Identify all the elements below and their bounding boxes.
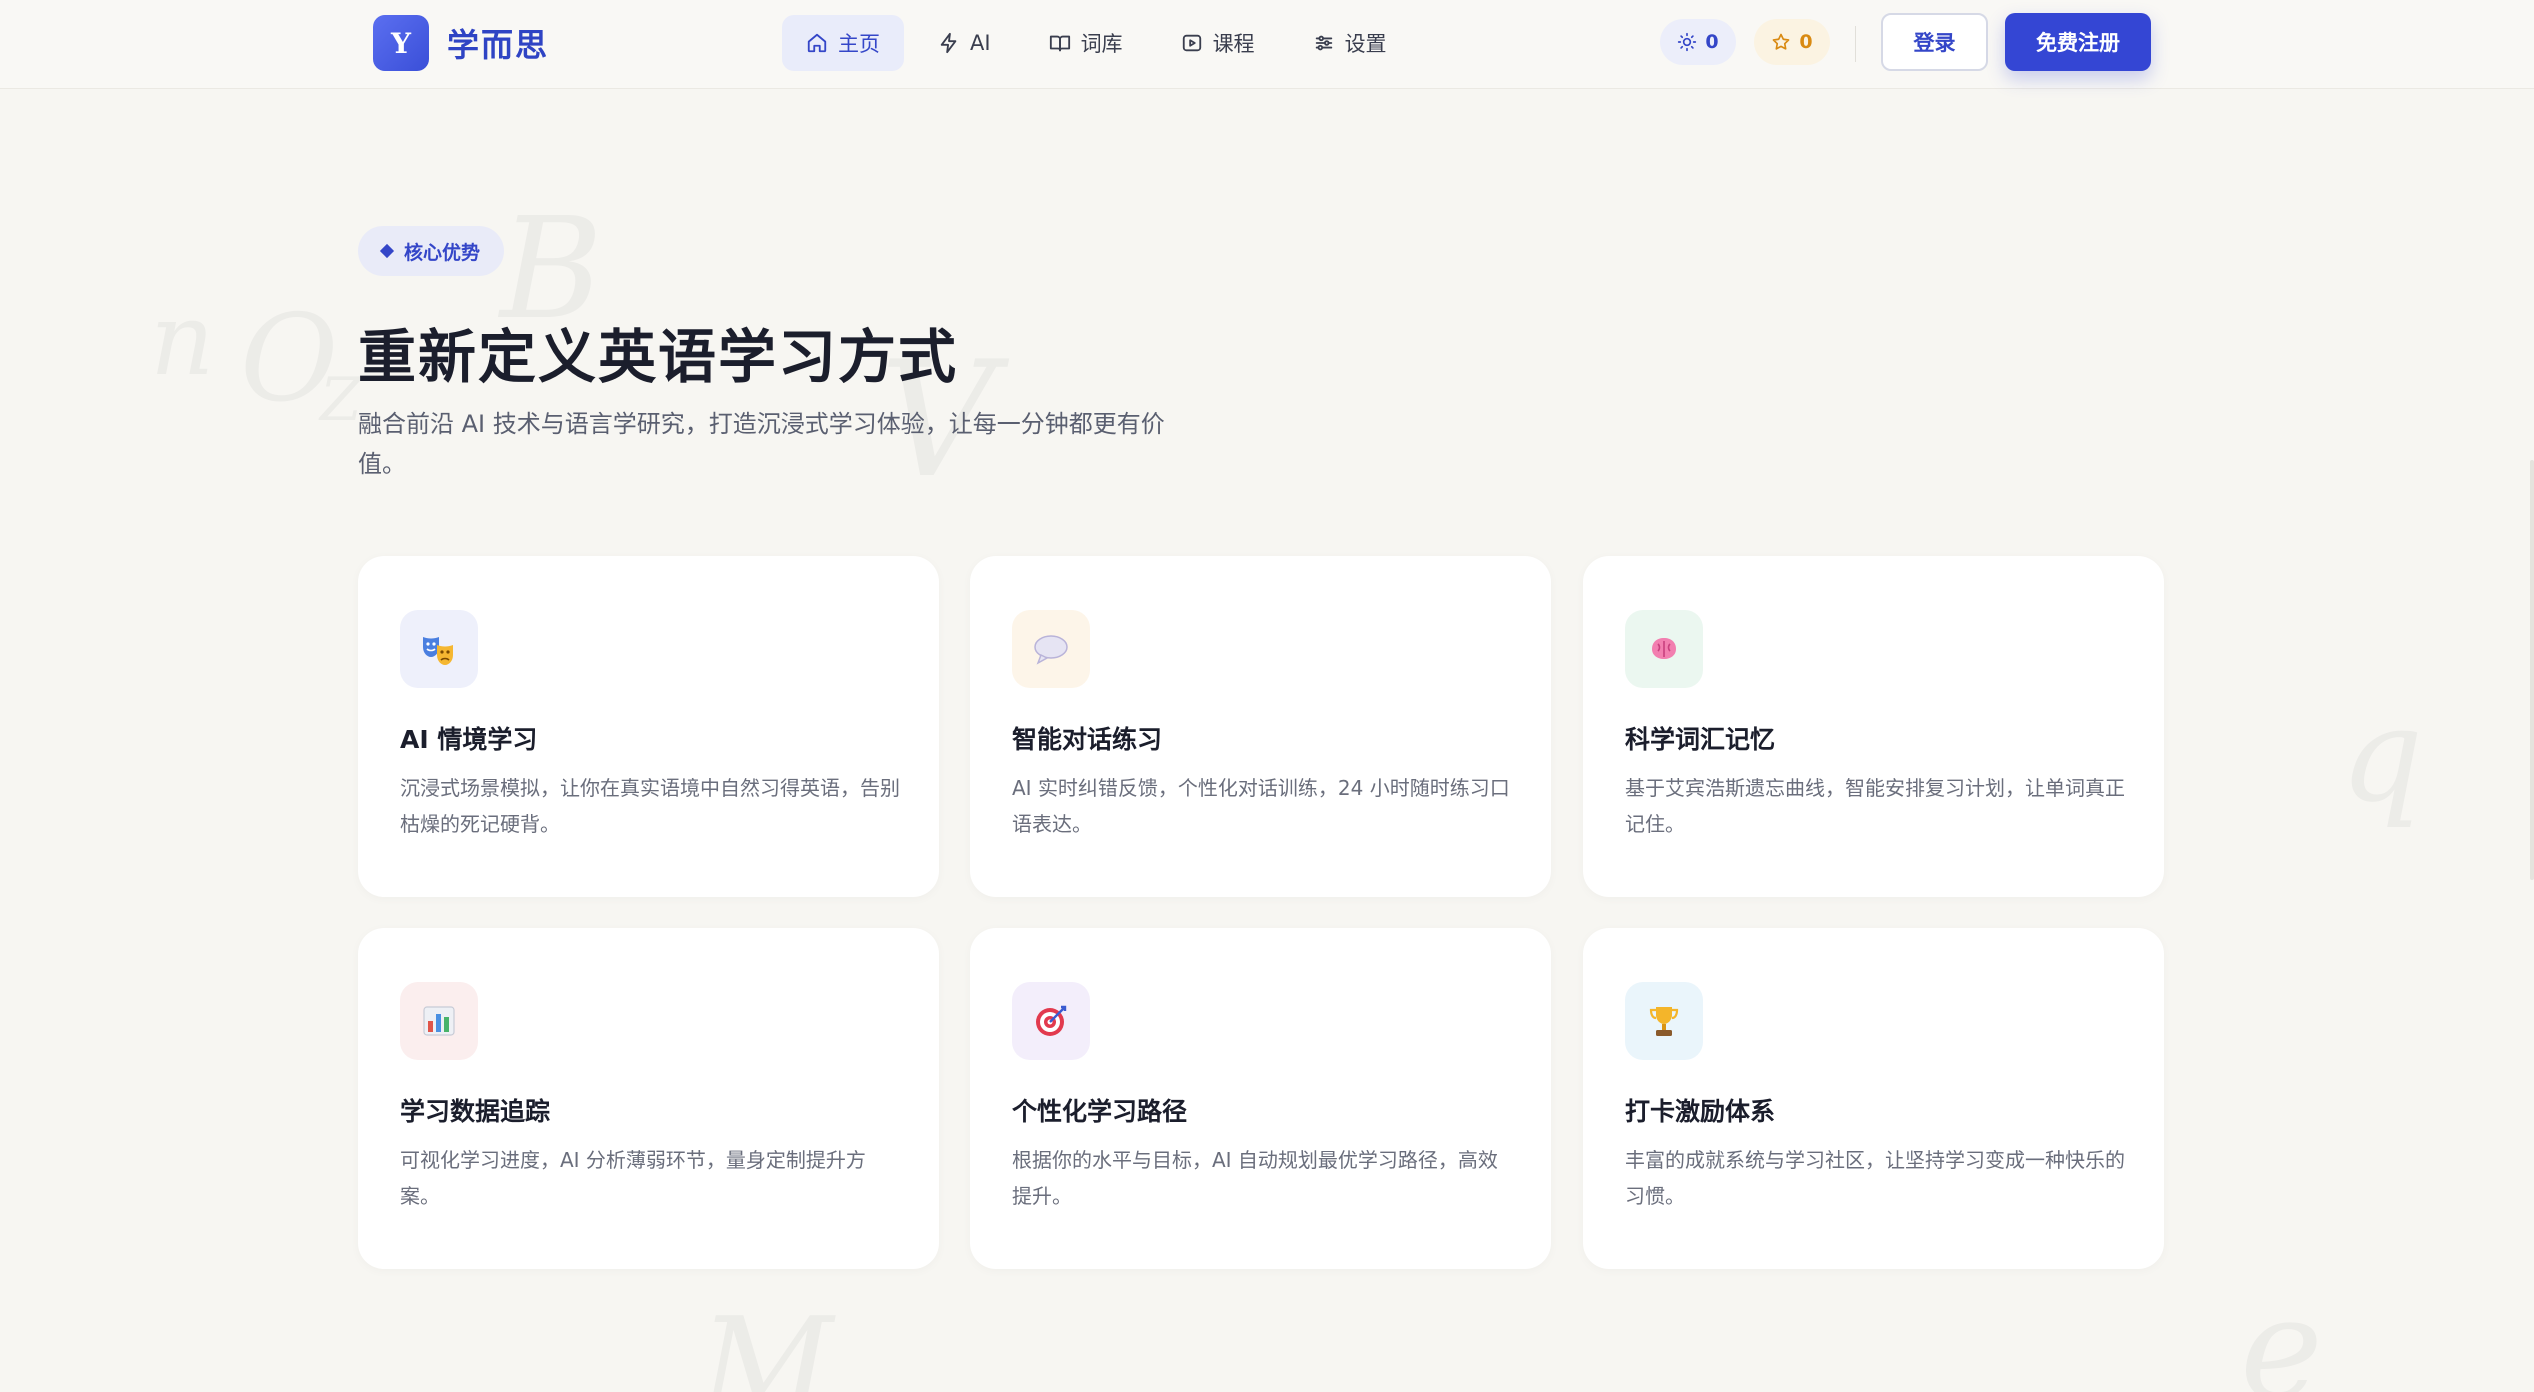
feature-title: 科学词汇记忆: [1625, 725, 1776, 754]
sun-counter[interactable]: 0: [1660, 19, 1736, 65]
scrollbar[interactable]: [2530, 460, 2534, 880]
sliders-icon: [1315, 35, 1332, 51]
main-nav: 主页 AI 词库 课程 设置: [782, 15, 1421, 71]
nav-divider: [1855, 26, 1856, 62]
feature-card[interactable]: 个性化学习路径 根据你的水平与目标，AI 自动规划最优学习路径，高效提升。: [970, 928, 1551, 1269]
feature-description: 沉浸式场景模拟，让你在真实语境中自然习得英语，告别枯燥的死记硬背。: [400, 776, 900, 836]
bar-chart-icon: [423, 1006, 455, 1036]
feature-description: 基于艾宾浩斯遗忘曲线，智能安排复习计划，让单词真正记住。: [1625, 776, 2125, 836]
section-title: 重新定义英语学习方式: [358, 323, 959, 391]
feature-icon-box: [400, 610, 478, 688]
section-badge: 核心优势: [358, 226, 505, 276]
nav-item-courses[interactable]: 课程: [1157, 15, 1279, 71]
sun-icon: [1678, 32, 1697, 52]
feature-icon-box: [400, 982, 478, 1060]
diamond-icon: [379, 243, 395, 259]
nav-item-label: 课程: [1212, 32, 1255, 56]
decor-letter: e: [2240, 1280, 2323, 1392]
nav-item-home[interactable]: 主页: [782, 15, 904, 71]
star-icon: [1773, 33, 1790, 50]
home-icon: [807, 33, 827, 53]
book-icon: [1049, 35, 1070, 52]
nav-item-ai[interactable]: AI: [914, 15, 1015, 71]
nav-item-vocab[interactable]: 词库: [1025, 15, 1147, 71]
decor-letter: q: [2340, 690, 2423, 820]
feature-title: 个性化学习路径: [1012, 1097, 1188, 1126]
nav-item-settings[interactable]: 设置: [1289, 15, 1411, 71]
feature-icon-box: [1012, 610, 1090, 688]
feature-description: 丰富的成就系统与学习社区，让坚持学习变成一种快乐的习惯。: [1625, 1148, 2125, 1208]
speech-bubble-icon: [1034, 635, 1068, 665]
feature-icon-box: [1625, 610, 1703, 688]
feature-card[interactable]: 打卡激励体系 丰富的成就系统与学习社区，让坚持学习变成一种快乐的习惯。: [1583, 928, 2164, 1269]
signup-button[interactable]: 免费注册: [2005, 13, 2151, 71]
feature-title: 打卡激励体系: [1625, 1097, 1776, 1126]
star-count: 0: [1799, 31, 1813, 53]
feature-card[interactable]: AI 情境学习 沉浸式场景模拟，让你在真实语境中自然习得英语，告别枯燥的死记硬背…: [358, 556, 939, 897]
nav-item-label: 词库: [1080, 32, 1123, 56]
badge-label: 核心优势: [404, 241, 481, 264]
login-button[interactable]: 登录: [1881, 13, 1988, 71]
feature-card[interactable]: 学习数据追踪 可视化学习进度，AI 分析薄弱环节，量身定制提升方案。: [358, 928, 939, 1269]
play-icon: [1182, 34, 1201, 52]
nav-item-label: 设置: [1344, 32, 1387, 56]
user-stats: 0 0: [1660, 19, 1848, 65]
nav-item-label: AI: [970, 31, 991, 55]
feature-icon-box: [1625, 982, 1703, 1060]
feature-title: 学习数据追踪: [400, 1097, 551, 1126]
trophy-icon: [1649, 1007, 1679, 1036]
brand[interactable]: Y 学而思: [373, 15, 549, 71]
target-icon: [1036, 1005, 1067, 1036]
section-subtitle: 融合前沿 AI 技术与语言学研究，打造沉浸式学习体验，让每一分钟都更有价值。: [358, 410, 1165, 478]
feature-description: AI 实时纠错反馈，个性化对话训练，24 小时随时练习口语表达。: [1012, 776, 1510, 836]
feature-title: 智能对话练习: [1012, 725, 1163, 754]
brand-logo[interactable]: Y: [373, 15, 429, 71]
feature-icon-box: [1012, 982, 1090, 1060]
feature-description: 根据你的水平与目标，AI 自动规划最优学习路径，高效提升。: [1012, 1148, 1498, 1208]
brand-name[interactable]: 学而思: [447, 20, 549, 66]
theater-masks-icon: [423, 637, 453, 665]
decor-letter: Z: [320, 370, 362, 430]
decor-letter: O: [240, 300, 338, 420]
bolt-icon: [940, 32, 957, 54]
decor-letter: M: [700, 1300, 833, 1392]
feature-title: AI 情境学习: [400, 725, 538, 754]
star-counter[interactable]: 0: [1754, 19, 1830, 65]
brain-icon: [1652, 638, 1676, 659]
feature-card[interactable]: 智能对话练习 AI 实时纠错反馈，个性化对话训练，24 小时随时练习口语表达。: [970, 556, 1551, 897]
top-navbar: Y 学而思 主页 AI 词库 课程 设置 0 0 登录 免费注册: [0, 0, 2534, 89]
feature-card[interactable]: 科学词汇记忆 基于艾宾浩斯遗忘曲线，智能安排复习计划，让单词真正记住。: [1583, 556, 2164, 897]
decor-letter: n: [150, 290, 214, 390]
sun-count: 0: [1705, 31, 1719, 53]
feature-description: 可视化学习进度，AI 分析薄弱环节，量身定制提升方案。: [400, 1148, 866, 1208]
nav-item-label: 主页: [838, 32, 880, 56]
